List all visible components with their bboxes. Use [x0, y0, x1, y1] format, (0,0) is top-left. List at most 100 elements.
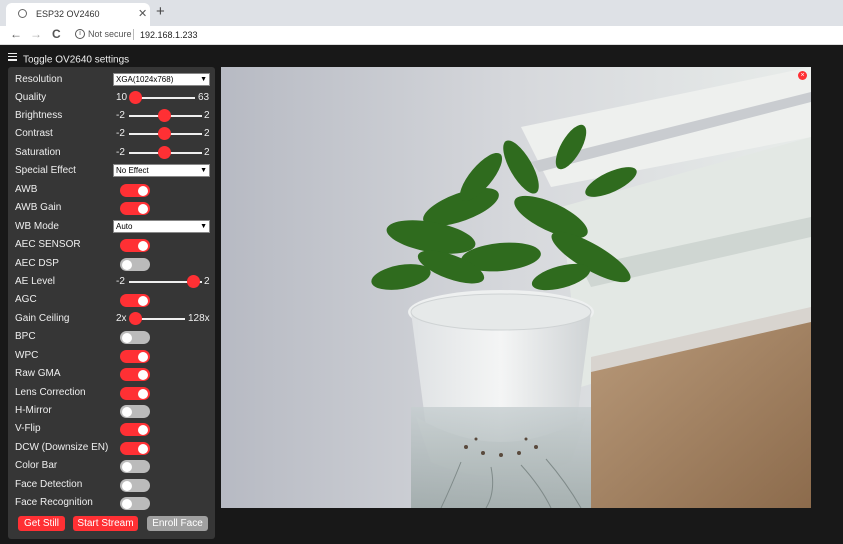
setting-quality: Quality 10 63 — [15, 89, 211, 107]
gain-ceiling-track[interactable] — [135, 318, 185, 320]
aec-dsp-label: AEC DSP — [15, 258, 59, 269]
wb-mode-select[interactable]: Auto ▼ — [113, 220, 210, 233]
toggle-knob — [138, 185, 148, 196]
v-flip-toggle[interactable] — [120, 423, 150, 436]
resolution-select[interactable]: XGA(1024x768) ▼ — [113, 73, 210, 86]
awb-gain-toggle[interactable] — [120, 202, 150, 215]
raw-gma-label: Raw GMA — [15, 368, 61, 379]
brightness-label: Brightness — [15, 110, 63, 121]
setting-v-flip: V-Flip — [15, 420, 211, 438]
chevron-down-icon: ▼ — [200, 167, 207, 174]
toggle-knob — [138, 295, 148, 306]
aec-dsp-toggle[interactable] — [120, 258, 150, 271]
toggle-knob — [138, 203, 148, 214]
toggle-knob — [138, 388, 148, 399]
brightness-slider[interactable] — [158, 109, 171, 122]
lens-correction-label: Lens Correction — [15, 387, 86, 398]
toggle-knob — [122, 332, 132, 343]
address-bar: ← → C i Not secure 192.168.1.233 — [0, 26, 843, 45]
saturation-min: -2 — [116, 147, 125, 158]
wb-mode-label: WB Mode — [15, 221, 59, 232]
toggle-knob — [138, 240, 148, 251]
wpc-toggle[interactable] — [120, 350, 150, 363]
close-stream-icon[interactable]: × — [798, 71, 807, 80]
setting-brightness: Brightness -2 2 — [15, 107, 211, 125]
get-still-button[interactable]: Get Still — [18, 516, 65, 531]
special-effect-value: No Effect — [116, 166, 149, 175]
lens-correction-toggle[interactable] — [120, 387, 150, 400]
toggle-knob — [122, 406, 132, 417]
wb-mode-value: Auto — [116, 222, 133, 231]
contrast-slider[interactable] — [158, 127, 171, 140]
setting-color-bar: Color Bar — [15, 457, 211, 475]
bpc-toggle[interactable] — [120, 331, 150, 344]
special-effect-select[interactable]: No Effect ▼ — [113, 164, 210, 177]
setting-wb-mode: WB Mode Auto ▼ — [15, 218, 211, 236]
globe-icon — [18, 9, 27, 18]
face-recognition-toggle[interactable] — [120, 497, 150, 510]
quality-min: 10 — [116, 92, 128, 103]
agc-toggle[interactable] — [120, 294, 150, 307]
face-detection-label: Face Detection — [15, 479, 83, 490]
toggle-knob — [122, 259, 132, 270]
gain-ceiling-slider[interactable] — [129, 312, 142, 325]
setting-aec-sensor: AEC SENSOR — [15, 236, 211, 254]
setting-contrast: Contrast -2 2 — [15, 125, 211, 143]
setting-awb-gain: AWB Gain — [15, 199, 211, 217]
saturation-slider[interactable] — [158, 146, 171, 159]
awb-toggle[interactable] — [120, 184, 150, 197]
toggle-knob — [138, 443, 148, 454]
toggle-knob — [122, 461, 132, 472]
info-icon[interactable]: i — [75, 29, 85, 39]
toggle-knob — [122, 498, 132, 509]
setting-gain-ceiling: Gain Ceiling 2x 128x — [15, 310, 211, 328]
start-stream-button[interactable]: Start Stream — [73, 516, 138, 531]
face-detection-toggle[interactable] — [120, 479, 150, 492]
quality-track[interactable] — [134, 97, 195, 99]
browser-tab[interactable]: ESP32 OV2460 ✕ — [6, 3, 150, 26]
h-mirror-label: H-Mirror — [15, 405, 52, 416]
chevron-down-icon: ▼ — [200, 76, 207, 83]
setting-aec-dsp: AEC DSP — [15, 255, 211, 273]
setting-saturation: Saturation -2 2 — [15, 144, 211, 162]
back-button[interactable]: ← — [10, 27, 22, 41]
setting-special-effect: Special Effect No Effect ▼ — [15, 162, 211, 180]
setting-face-recognition: Face Recognition — [15, 494, 211, 512]
raw-gma-toggle[interactable] — [120, 368, 150, 381]
saturation-label: Saturation — [15, 147, 61, 158]
bpc-label: BPC — [15, 331, 36, 342]
h-mirror-toggle[interactable] — [120, 405, 150, 418]
color-bar-toggle[interactable] — [120, 460, 150, 473]
tab-close-icon[interactable]: ✕ — [138, 7, 147, 20]
awb-label: AWB — [15, 184, 38, 195]
contrast-label: Contrast — [15, 128, 53, 139]
new-tab-button[interactable]: + — [156, 3, 165, 20]
aec-sensor-toggle[interactable] — [120, 239, 150, 252]
url-field[interactable]: 192.168.1.233 — [140, 30, 198, 40]
dcw-label: DCW (Downsize EN) — [15, 442, 109, 453]
reload-button[interactable]: C — [52, 27, 61, 41]
brightness-max: 2 — [204, 110, 210, 121]
quality-slider[interactable] — [129, 91, 142, 104]
security-label[interactable]: Not secure — [88, 29, 132, 39]
setting-ae-level: AE Level -2 2 — [15, 273, 211, 291]
stream-image — [221, 67, 811, 508]
toggle-settings-button[interactable]: Toggle OV2640 settings — [8, 51, 129, 66]
setting-face-detection: Face Detection — [15, 476, 211, 494]
contrast-max: 2 — [204, 128, 210, 139]
setting-wpc: WPC — [15, 347, 211, 365]
quality-label: Quality — [15, 92, 47, 103]
gain-ceiling-max: 128x — [188, 313, 210, 324]
color-bar-label: Color Bar — [15, 460, 58, 471]
quality-max: 63 — [198, 92, 210, 103]
face-recognition-label: Face Recognition — [15, 497, 93, 508]
resolution-label: Resolution — [15, 74, 63, 85]
ae-level-min: -2 — [116, 276, 125, 287]
toggle-knob — [138, 424, 148, 435]
ae-level-label: AE Level — [15, 276, 56, 287]
aec-sensor-label: AEC SENSOR — [15, 239, 81, 250]
forward-button[interactable]: → — [30, 27, 42, 41]
toggle-settings-label: Toggle OV2640 settings — [23, 54, 130, 66]
ae-level-slider[interactable] — [187, 275, 200, 288]
dcw-toggle[interactable] — [120, 442, 150, 455]
